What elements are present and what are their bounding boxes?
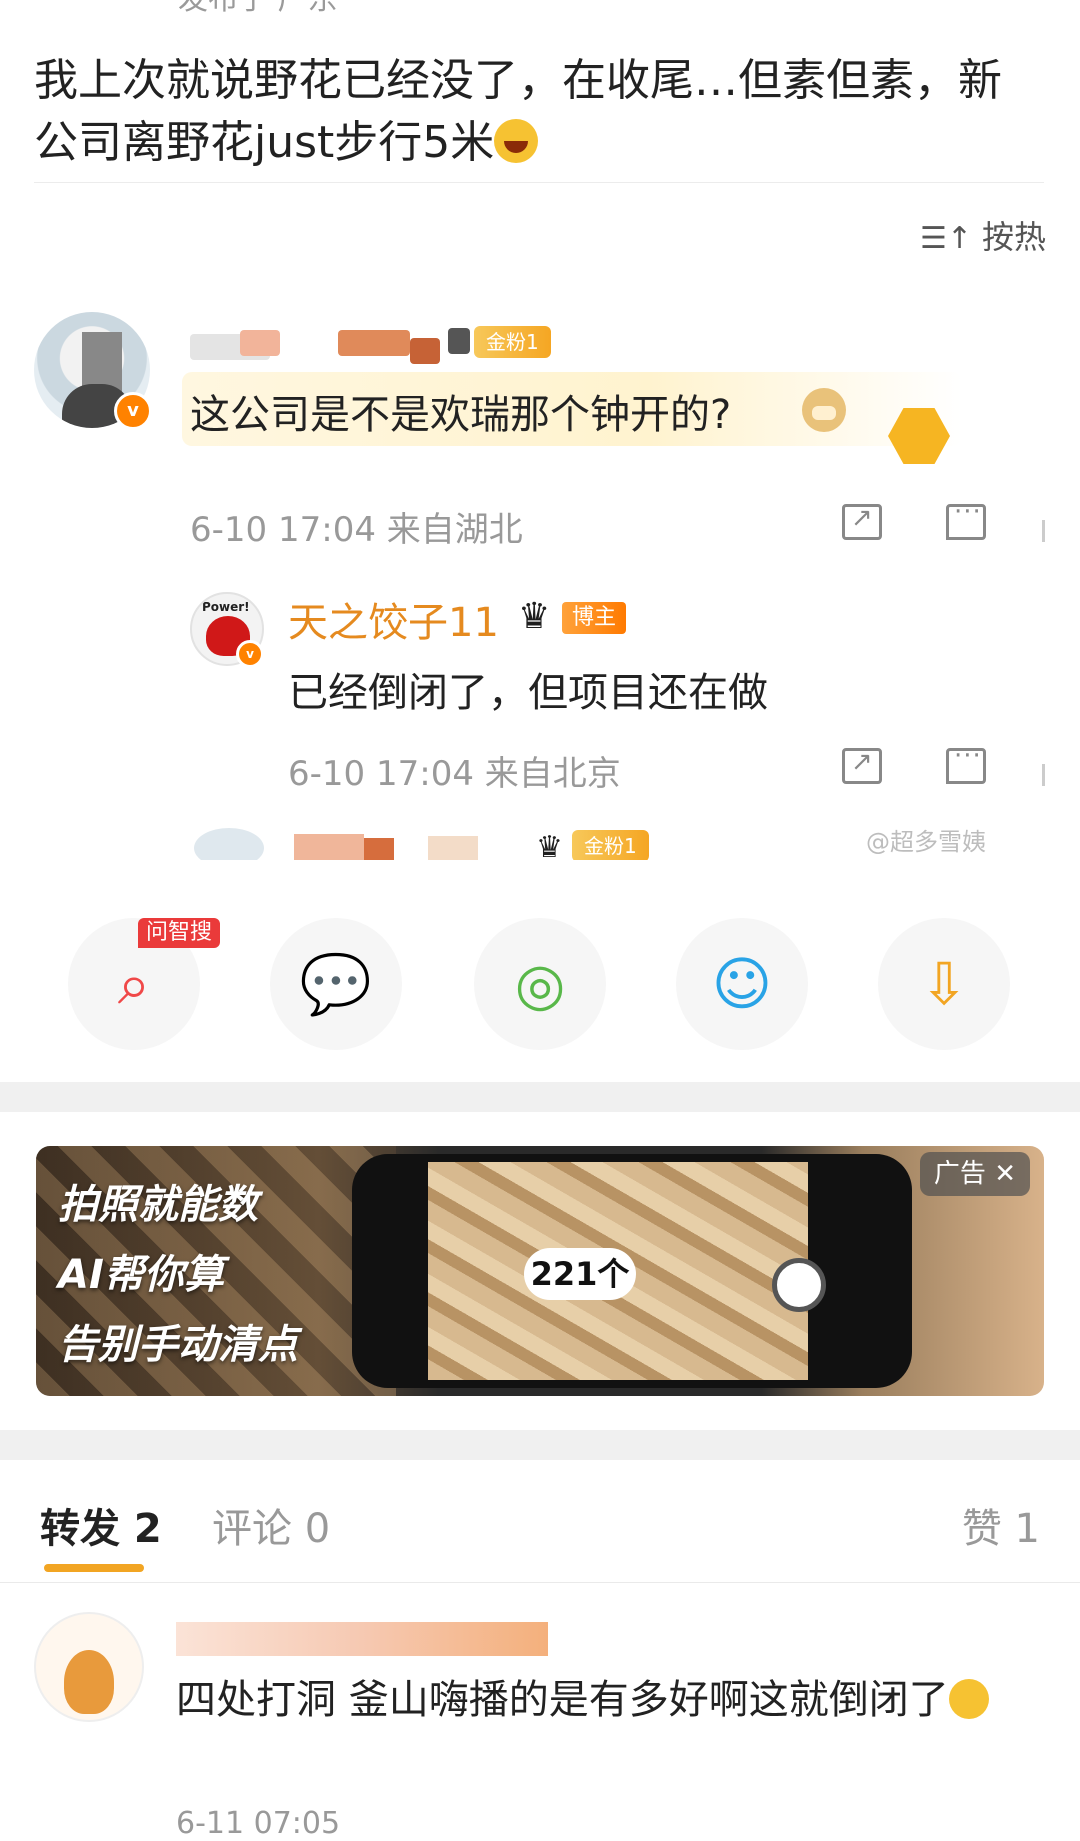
qq-share-button[interactable]: ☺ — [676, 918, 808, 1050]
verified-badge-icon: v — [236, 640, 264, 668]
wechat-share-button[interactable]: 💬 — [270, 918, 402, 1050]
shush-emoji-icon — [948, 1679, 989, 1719]
reply-username[interactable]: 天之饺子11 — [288, 590, 499, 648]
comment-meta: 6-10 17:04 来自湖北 — [190, 510, 523, 550]
fan-badge: 金粉1 — [474, 326, 551, 358]
sort-label: 按热 — [981, 218, 1046, 256]
reply-comment-icon[interactable] — [946, 741, 986, 784]
save-image-button[interactable]: ⇩ — [878, 918, 1010, 1050]
shutter-icon — [772, 1258, 826, 1312]
save-image-icon: ⇩ — [919, 950, 969, 1018]
share-comment-icon[interactable] — [842, 503, 882, 540]
divider — [34, 182, 1044, 183]
fan-badge: 金粉1 — [572, 830, 649, 860]
repost-avatar[interactable] — [34, 1612, 144, 1722]
ad-count-label: 221个 — [524, 1248, 636, 1300]
crown-icon: ♛ — [518, 596, 551, 637]
qq-icon: ☺ — [711, 950, 773, 1018]
wenzhisou-tag: 问智搜 — [138, 918, 221, 948]
reply-comment-icon[interactable] — [946, 497, 986, 540]
next-comment-partial: ♛ 金粉1 — [190, 820, 950, 860]
tab-repost[interactable]: 转发 2 — [40, 1496, 162, 1554]
sort-icon: ☰↑ — [919, 221, 972, 256]
ad-banner[interactable]: 221个 拍照就能数 AI帮你算 告别手动清点 广告 ✕ — [36, 1146, 1044, 1396]
watermark: @超多雪姨 — [866, 828, 986, 856]
repost-username-blurred[interactable] — [176, 1622, 548, 1656]
reply-text: 已经倒闭了，但项目还在做 — [288, 670, 768, 716]
divider — [0, 1582, 1080, 1583]
section-separator — [0, 1082, 1080, 1112]
host-badge: 博主 — [562, 602, 627, 634]
wechat-icon: 💬 — [299, 950, 373, 1018]
moments-share-button[interactable]: ◎ — [474, 918, 606, 1050]
ad-line-1: 拍照就能数 — [58, 1182, 258, 1228]
comment-text: 这公司是不是欢瑞那个钟开的? — [190, 392, 732, 438]
ad-line-3: 告别手动清点 — [58, 1322, 298, 1368]
post-location: 发布于 广东 — [178, 0, 338, 18]
active-tab-indicator — [44, 1564, 144, 1572]
more-indicator — [1042, 520, 1045, 542]
section-separator — [0, 1430, 1080, 1460]
tab-comment[interactable]: 评论 0 — [212, 1496, 330, 1554]
share-comment-icon[interactable] — [842, 747, 882, 784]
verified-badge-icon: v — [114, 392, 152, 430]
moments-icon: ◎ — [514, 950, 566, 1018]
tab-like[interactable]: 赞 1 — [962, 1496, 1040, 1554]
doge-emoji-icon — [802, 388, 846, 432]
post-text: 我上次就说野花已经没了，在收尾…但素但素，新公司离野花just步行5米 — [34, 55, 1002, 168]
more-indicator — [1042, 764, 1045, 786]
ad-line-2: AI帮你算 — [58, 1252, 224, 1298]
sort-button[interactable]: ☰↑ 按热 — [920, 212, 1046, 258]
ad-close-button[interactable]: 广告 ✕ — [919, 1152, 1030, 1196]
reply-meta: 6-10 17:04 来自北京 — [288, 754, 621, 794]
repost-text: 四处打洞 釜山嗨播的是有多好啊这就倒闭了 — [176, 1670, 1056, 1730]
close-icon: ✕ — [985, 1159, 1016, 1189]
grin-emoji-icon — [494, 119, 539, 163]
